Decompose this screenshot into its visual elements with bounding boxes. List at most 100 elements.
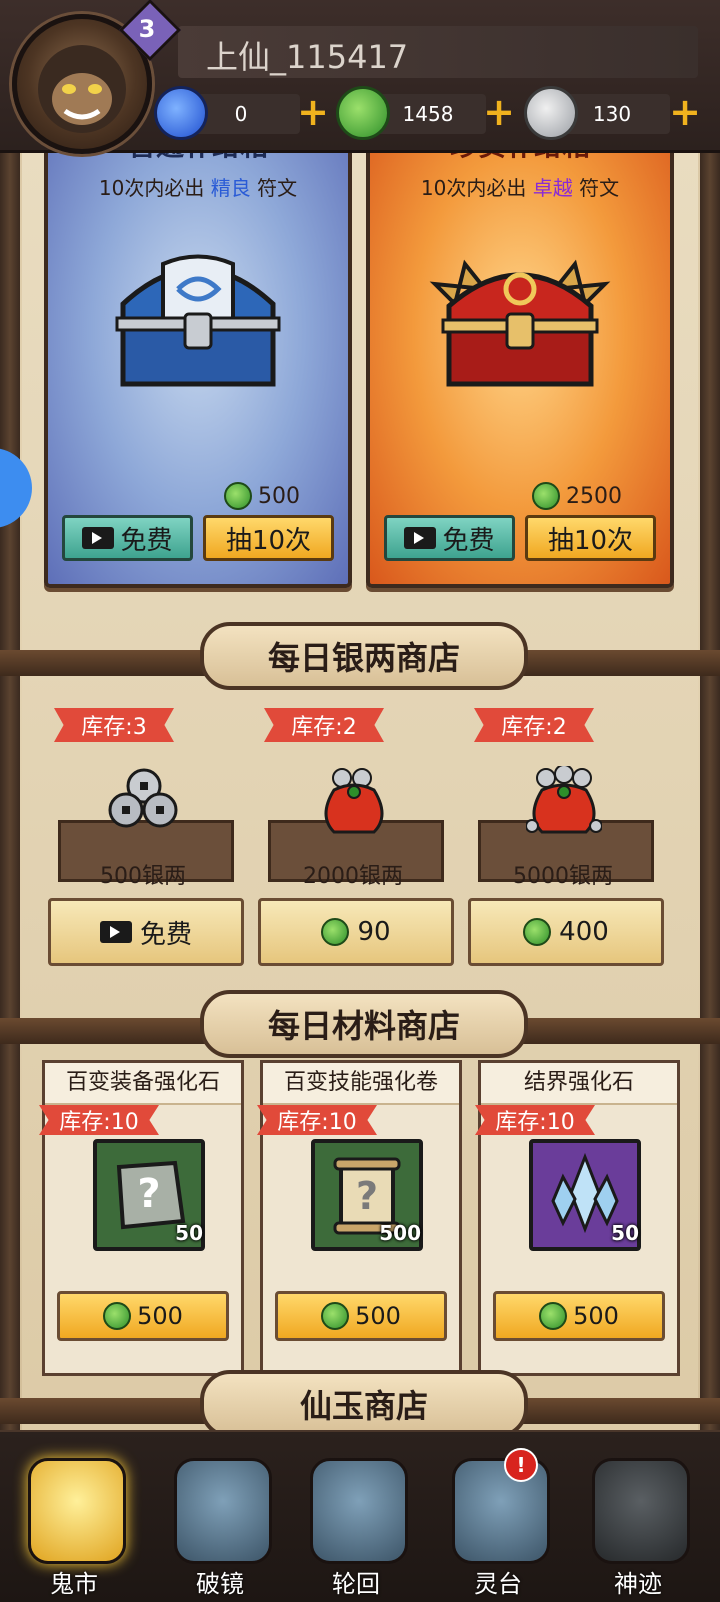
material-item-2-buy-button[interactable]: 500 [275,1291,447,1341]
material-item-1: 百变装备强化石 库存:10 ? 50 500 [39,1060,244,1376]
rare-supply-box-card: 珍贵补给箱 10次内必出 卓越 符文 2500 免费 抽10次 [366,140,674,588]
material-item-name: 百变技能强化卷 [263,1063,459,1105]
material-price: 500 [573,1302,619,1330]
player-name: 上仙_115417 [206,38,409,76]
video-camera-icon [404,527,437,549]
common-box-free-label: 免费 [120,525,173,556]
nav-break-realm[interactable]: 破镜 [160,1452,280,1602]
silver-count: 130 [592,102,632,126]
nav-spirit-altar[interactable]: ! 灵台 [438,1448,558,1602]
silver-money-bag-icon [324,768,384,834]
silver-item-price: 90 [357,917,391,947]
rare-box-price: 2500 [532,482,622,510]
bottom-nav: 鬼市 破镜 轮回 ! 灵台 神迹 [0,1430,720,1602]
rare-box-draw10-button[interactable]: 抽10次 [525,515,656,561]
nav-ghost-market[interactable]: 鬼市 [14,1452,134,1602]
jade-shop-title: 仙玉商店 [200,1370,528,1438]
material-item-name: 结界强化石 [481,1063,677,1105]
rare-box-free-label: 免费 [442,525,495,556]
rare-box-subtitle: 10次内必出 卓越 符文 [370,172,670,201]
video-camera-icon [82,527,115,549]
rare-box-sub-prefix: 10次内必出 [420,176,527,200]
material-item-name: 百变装备强化石 [45,1063,241,1105]
common-supply-box-card: 普通补给箱 10次内必出 精良 符文 500 免费 抽10次 [44,140,352,588]
video-camera-icon [99,921,132,943]
material-price: 500 [355,1302,401,1330]
material-item-3-buy-button[interactable]: 500 [493,1291,665,1341]
shop-scroll-area[interactable]: 普通补给箱 10次内必出 精良 符文 500 免费 抽10次 珍贵补给箱 [0,140,720,1470]
silver-item-3: 库存:2 5000银两 400 [468,708,664,966]
material-qty: 50 [611,1221,639,1245]
common-box-draw10-button[interactable]: 抽10次 [203,515,334,561]
rare-box-free-button[interactable]: 免费 [384,515,515,561]
silver-item-3-buy-button[interactable]: 400 [468,898,664,966]
common-box-sub-suffix: 符文 [257,176,298,200]
crystal-icon[interactable]: 50 [529,1139,641,1251]
common-box-sub-highlight: 精良 [210,176,251,200]
add-silver-button[interactable]: + [668,93,702,131]
material-item-3: 结界强化石 库存:10 50 500 [475,1060,680,1376]
mystery-scroll-icon[interactable]: ? 500 [311,1139,423,1251]
stock-ribbon: 库存:10 [257,1105,377,1135]
nav-label: 轮回 [332,1570,380,1598]
silver-item-label: 2000银两 [303,864,403,889]
silver-item-price: 免费 [139,919,192,950]
rare-box-sub-highlight: 卓越 [532,176,573,200]
stock-ribbon: 库存:10 [39,1105,159,1135]
common-box-subtitle: 10次内必出 精良 符文 [48,172,348,201]
jade-coin-icon [539,1302,568,1330]
blue-gem-icon [154,86,208,140]
add-gem-button[interactable]: + [296,93,330,131]
silver-coin-icon [524,86,578,140]
silver-item-2-buy-button[interactable]: 90 [258,898,454,966]
material-price: 500 [137,1302,183,1330]
common-box-free-button[interactable]: 免费 [62,515,193,561]
yin-yang-icon [310,1458,408,1564]
jade-coin-icon [224,482,252,510]
common-box-sub-prefix: 10次内必出 [98,176,205,200]
svg-text:?: ? [137,1171,160,1217]
silver-coins-icon [108,768,178,828]
stock-ribbon: 库存:10 [475,1105,595,1135]
jade-coin-icon [336,86,390,140]
gem-count: 0 [234,102,248,126]
silver-item-label: 5000银两 [513,864,613,889]
common-box-price: 500 [224,482,300,510]
material-shop-title: 每日材料商店 [200,990,528,1058]
nav-reincarnation[interactable]: 轮回 [296,1452,416,1602]
jade-coin-icon [532,482,560,510]
silver-item-label: 500银两 [100,864,186,889]
nav-miracle[interactable]: 神迹 [578,1452,698,1602]
ghost-market-icon [28,1458,126,1564]
jade-coin-icon [103,1302,132,1330]
nav-label: 灵台 [474,1570,522,1598]
alert-badge: ! [504,1448,538,1482]
rare-box-price-value: 2500 [566,483,622,509]
nav-label: 破镜 [196,1570,244,1598]
jade-coin-icon [321,1302,350,1330]
miracle-icon [592,1458,690,1564]
large-silver-money-bag-icon [526,766,602,834]
stock-ribbon: 库存:2 [474,708,594,742]
silver-item-1-buy-button[interactable]: 免费 [48,898,244,966]
left-wood-frame [0,140,20,1470]
material-qty: 500 [379,1221,421,1245]
silver-shop-title: 每日银两商店 [200,622,528,690]
nav-label: 鬼市 [50,1570,98,1598]
silver-item-1: 库存:3 500银两 免费 [48,708,244,966]
level-number: 3 [138,15,156,43]
mystery-stone-icon[interactable]: ? 50 [93,1139,205,1251]
player-header: 上仙_115417 3 0 + 1458 + 130 + [0,0,720,154]
material-item-1-buy-button[interactable]: 500 [57,1291,229,1341]
rare-box-sub-suffix: 符文 [579,176,620,200]
stock-ribbon: 库存:3 [54,708,174,742]
break-realm-icon [174,1458,272,1564]
silver-item-2: 库存:2 2000银两 90 [258,708,454,966]
jade-count: 1458 [402,102,454,126]
add-jade-button[interactable]: + [482,93,516,131]
stock-ribbon: 库存:2 [264,708,384,742]
nav-label: 神迹 [614,1570,662,1598]
common-box-price-value: 500 [258,483,300,509]
material-item-2: 百变技能强化卷 库存:10 ? 500 500 [257,1060,462,1376]
blue-chest-icon [115,254,281,387]
